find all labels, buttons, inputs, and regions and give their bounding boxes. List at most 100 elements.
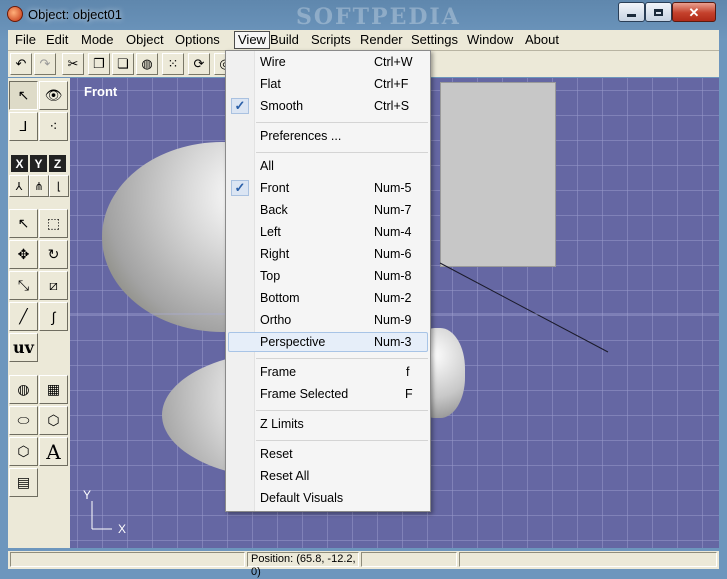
app-icon[interactable] xyxy=(7,6,23,22)
status-segment xyxy=(459,552,717,567)
menu-item-z-limits[interactable]: Z Limits xyxy=(228,414,428,434)
axis-z-toggle[interactable]: Z xyxy=(49,155,66,172)
tool-palette: ↖ 👁 ⅃ ⁖ X Y Z ⅄ ⋔ ⌊ ↖ ⬚ ✥ ↻ ⤡ ⧄ ╱ ∫ uv ◍… xyxy=(8,78,70,548)
menu-item-reset[interactable]: Reset xyxy=(228,444,428,464)
cube-primitive[interactable]: ▦ xyxy=(39,375,68,404)
vertex-tool[interactable]: ⁖ xyxy=(39,112,68,141)
menu-separator xyxy=(256,410,428,411)
axis-gizmo xyxy=(90,493,120,533)
minimize-icon xyxy=(627,13,636,17)
axis-mode-3[interactable]: ⌊ xyxy=(49,175,69,197)
move-tool[interactable]: ✥ xyxy=(9,240,38,269)
scale-tool[interactable]: ⤡ xyxy=(9,271,38,300)
axes-tool[interactable]: ⅃ xyxy=(9,112,38,141)
menu-scripts[interactable]: Scripts xyxy=(311,32,351,48)
sphere-icon: ◍ xyxy=(141,56,153,71)
undo-button[interactable]: ↶ xyxy=(10,53,32,75)
rotate-view-button[interactable]: ⟳ xyxy=(188,53,210,75)
redo-button[interactable]: ↷ xyxy=(34,53,56,75)
menu-item-wire[interactable]: Wire Ctrl+W xyxy=(228,52,428,72)
text-tool[interactable]: A xyxy=(39,437,68,466)
menu-separator xyxy=(256,122,428,123)
polyhedron-icon: ⬡ xyxy=(47,412,60,428)
menu-item-perspective[interactable]: Perspective Num-3 xyxy=(228,332,428,352)
menu-about[interactable]: About xyxy=(525,32,559,48)
close-button[interactable]: ✕ xyxy=(672,2,716,22)
curve-tool[interactable]: ∫ xyxy=(39,302,68,331)
hexagon-primitive[interactable]: ⬡ xyxy=(9,437,38,466)
axis-mode-icon: ⋔ xyxy=(34,180,44,193)
axis-mode-icon: ⅄ xyxy=(15,180,23,193)
maximize-button[interactable] xyxy=(645,2,672,22)
axis-mode-1[interactable]: ⅄ xyxy=(9,175,29,197)
menu-item-preferences[interactable]: Preferences ... xyxy=(228,126,428,146)
axis-y-toggle[interactable]: Y xyxy=(30,155,47,172)
menu-item-smooth[interactable]: ✓ Smooth Ctrl+S xyxy=(228,96,428,116)
paste-button[interactable]: ❏ xyxy=(112,53,134,75)
status-position: Position: (65.8, -12.2, 0) xyxy=(247,552,359,578)
curve-icon: ∫ xyxy=(51,308,56,325)
menu-item-all[interactable]: All xyxy=(228,156,428,176)
shear-icon: ⧄ xyxy=(49,277,58,293)
rotate-tool[interactable]: ↻ xyxy=(39,240,68,269)
menu-item-front[interactable]: ✓ Front Num-5 xyxy=(228,178,428,198)
menu-view[interactable]: View xyxy=(234,31,270,49)
axis-mode-icon: ⌊ xyxy=(56,180,62,193)
grid-icon: ▤ xyxy=(16,474,31,490)
window-title: Object: object01 xyxy=(28,7,122,22)
redo-icon: ↷ xyxy=(39,56,51,71)
menu-item-ortho[interactable]: Ortho Num-9 xyxy=(228,310,428,330)
menu-mode[interactable]: Mode xyxy=(81,32,114,48)
rotate-icon: ⟳ xyxy=(193,56,205,71)
axis-x-toggle[interactable]: X xyxy=(11,155,28,172)
view-menu-dropdown: Wire Ctrl+W Flat Ctrl+F ✓ Smooth Ctrl+S Pref… xyxy=(225,50,431,512)
scale-icon: ⤡ xyxy=(17,277,30,293)
menu-item-top[interactable]: Top Num-8 xyxy=(228,266,428,286)
vertices-icon: ⁖ xyxy=(49,118,58,134)
checkmark-icon: ✓ xyxy=(231,180,249,196)
menu-item-frame[interactable]: Frame f xyxy=(228,362,428,382)
status-bar: Position: (65.8, -12.2, 0) xyxy=(8,551,719,578)
menu-options[interactable]: Options xyxy=(175,32,220,48)
grid-primitive[interactable]: ▤ xyxy=(9,468,38,497)
title-bar[interactable]: Object: object01 SOFTPEDIA ✕ xyxy=(0,0,727,30)
menu-edit[interactable]: Edit xyxy=(46,32,68,48)
menu-item-right[interactable]: Right Num-6 xyxy=(228,244,428,264)
menu-item-back[interactable]: Back Num-7 xyxy=(228,200,428,220)
cylinder-primitive[interactable]: ⬭ xyxy=(9,406,38,435)
minimize-button[interactable] xyxy=(618,2,645,22)
menu-build[interactable]: Build xyxy=(270,32,299,48)
arrow-select-tool[interactable]: ↖ xyxy=(9,209,38,238)
menu-object[interactable]: Object xyxy=(126,32,164,48)
line-tool[interactable]: ╱ xyxy=(9,302,38,331)
paste-icon: ❏ xyxy=(117,56,129,71)
shear-tool[interactable]: ⧄ xyxy=(39,271,68,300)
axis-y-label: Y xyxy=(83,488,92,502)
menu-file[interactable]: File xyxy=(15,32,36,48)
eye-tool[interactable]: 👁 xyxy=(39,81,68,110)
smooth-view-button[interactable]: ◍ xyxy=(136,53,158,75)
menu-item-reset-all[interactable]: Reset All xyxy=(228,466,428,486)
menu-window[interactable]: Window xyxy=(467,32,513,48)
box-select-tool[interactable]: ⬚ xyxy=(39,209,68,238)
points-button[interactable]: ⁙ xyxy=(162,53,184,75)
scissors-icon: ✂ xyxy=(67,56,79,71)
axes-icon: ⅃ xyxy=(19,118,28,134)
cut-button[interactable]: ✂ xyxy=(62,53,84,75)
menu-item-default-visuals[interactable]: Default Visuals xyxy=(228,488,428,508)
select-tool[interactable]: ↖ xyxy=(9,81,38,110)
menu-item-flat[interactable]: Flat Ctrl+F xyxy=(228,74,428,94)
sphere-icon: ◍ xyxy=(17,381,30,397)
menu-item-bottom[interactable]: Bottom Num-2 xyxy=(228,288,428,308)
copy-button[interactable]: ❐ xyxy=(88,53,110,75)
dodecahedron-primitive[interactable]: ⬡ xyxy=(39,406,68,435)
menu-item-left[interactable]: Left Num-4 xyxy=(228,222,428,242)
menu-item-frame-selected[interactable]: Frame Selected F xyxy=(228,384,428,404)
eye-icon: 👁 xyxy=(44,87,63,103)
menu-render[interactable]: Render xyxy=(360,32,403,48)
uv-tool[interactable]: uv xyxy=(9,333,38,362)
undo-icon: ↶ xyxy=(15,56,27,71)
menu-settings[interactable]: Settings xyxy=(411,32,458,48)
sphere-primitive[interactable]: ◍ xyxy=(9,375,38,404)
axis-mode-2[interactable]: ⋔ xyxy=(29,175,49,197)
